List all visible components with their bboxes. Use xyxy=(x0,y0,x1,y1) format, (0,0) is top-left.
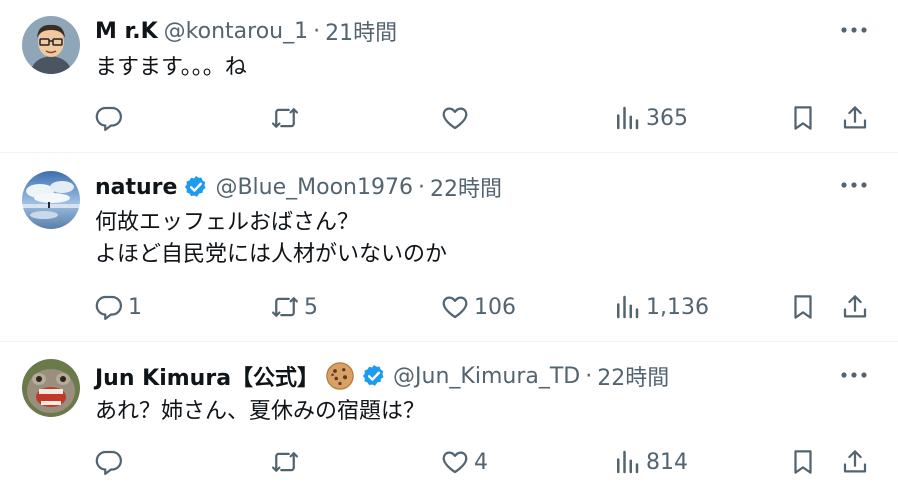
post-actions: 1 5 106 1,136 xyxy=(0,287,898,327)
share-icon xyxy=(843,450,867,473)
post-text: ますます。。。ね xyxy=(95,55,247,80)
more-options-button[interactable] xyxy=(838,363,870,387)
post-text: 何故エッフェルおばさん？ よほど自民党には人材がいないのか xyxy=(95,210,448,267)
more-icon xyxy=(841,182,867,188)
display-name[interactable]: Jun Kimura【公式】 xyxy=(95,360,319,392)
more-icon xyxy=(841,27,867,33)
like-count: 4 xyxy=(474,449,488,475)
timestamp[interactable]: 22時間 xyxy=(597,360,669,392)
repost-icon xyxy=(272,108,298,128)
avatar[interactable] xyxy=(22,359,80,417)
views-button[interactable]: 814 xyxy=(612,442,688,482)
share-button[interactable] xyxy=(840,442,870,482)
bookmark-button[interactable] xyxy=(788,98,818,138)
post[interactable]: nature @Blue_Moon1976 · 22時間 何故エッフェルおばさん… xyxy=(0,153,898,342)
user-handle[interactable]: @Blue_Moon1976 xyxy=(215,175,413,200)
share-button[interactable] xyxy=(840,98,870,138)
post-text: あれ？姉さん、夏休みの宿題は？ xyxy=(95,399,426,424)
view-count: 814 xyxy=(646,449,688,475)
share-icon xyxy=(843,106,867,129)
bookmark-icon xyxy=(794,106,812,130)
bookmark-icon xyxy=(794,450,812,474)
post[interactable]: Jun Kimura【公式】 @Jun_Kimura_TD · 22時間 あれ？… xyxy=(0,342,898,498)
repost-icon xyxy=(272,297,298,317)
share-button[interactable] xyxy=(840,287,870,327)
view-count: 365 xyxy=(646,105,688,131)
like-count: 106 xyxy=(474,294,516,320)
repost-icon xyxy=(272,452,298,472)
separator: · xyxy=(585,363,593,389)
timestamp[interactable]: 21時間 xyxy=(325,15,397,47)
bookmark-icon xyxy=(794,295,812,319)
more-options-button[interactable] xyxy=(838,18,870,42)
verified-badge-icon[interactable] xyxy=(183,174,209,200)
avatar[interactable] xyxy=(22,16,80,74)
analytics-icon xyxy=(617,106,639,130)
reply-button[interactable] xyxy=(94,98,128,138)
verified-badge-icon[interactable] xyxy=(361,363,387,389)
reply-count: 1 xyxy=(128,294,142,320)
like-button[interactable]: 106 xyxy=(440,287,516,327)
user-handle[interactable]: @kontarou_1 xyxy=(164,19,308,44)
repost-button[interactable] xyxy=(270,442,304,482)
more-options-button[interactable] xyxy=(838,173,870,197)
separator: · xyxy=(418,174,425,200)
analytics-icon xyxy=(617,450,639,474)
post-header: Jun Kimura【公式】 @Jun_Kimura_TD · 22時間 xyxy=(95,360,669,392)
bookmark-button[interactable] xyxy=(788,287,818,327)
heart-icon xyxy=(442,296,468,319)
user-handle[interactable]: @Jun_Kimura_TD xyxy=(393,364,580,389)
post-header: M r.K @kontarou_1 · 21時間 xyxy=(95,15,397,47)
display-name[interactable]: nature xyxy=(95,175,177,200)
repost-button[interactable] xyxy=(270,98,304,138)
post-actions: 4 814 xyxy=(0,442,898,482)
post-header: nature @Blue_Moon1976 · 22時間 xyxy=(95,171,502,203)
heart-icon xyxy=(442,451,468,474)
bookmark-button[interactable] xyxy=(788,442,818,482)
views-button[interactable]: 365 xyxy=(612,98,688,138)
post[interactable]: M r.K @kontarou_1 · 21時間 ますます。。。ね 365 xyxy=(0,0,898,153)
timestamp[interactable]: 22時間 xyxy=(430,171,502,203)
repost-count: 5 xyxy=(304,294,318,320)
reply-button[interactable] xyxy=(94,442,128,482)
display-name[interactable]: M r.K xyxy=(95,19,158,44)
avatar[interactable] xyxy=(22,171,80,229)
separator: · xyxy=(313,18,321,44)
post-actions: 365 xyxy=(0,98,898,138)
analytics-icon xyxy=(617,295,639,319)
reply-icon xyxy=(95,106,122,131)
like-button[interactable]: 4 xyxy=(440,442,488,482)
view-count: 1,136 xyxy=(646,294,709,320)
share-icon xyxy=(843,295,867,318)
views-button[interactable]: 1,136 xyxy=(612,287,709,327)
like-button[interactable] xyxy=(440,98,474,138)
reply-icon xyxy=(95,450,122,475)
more-icon xyxy=(841,372,867,378)
cookie-emoji-icon xyxy=(326,362,354,390)
reply-icon xyxy=(95,295,122,320)
repost-button[interactable]: 5 xyxy=(270,287,318,327)
reply-button[interactable]: 1 xyxy=(94,287,142,327)
heart-icon xyxy=(442,107,468,130)
